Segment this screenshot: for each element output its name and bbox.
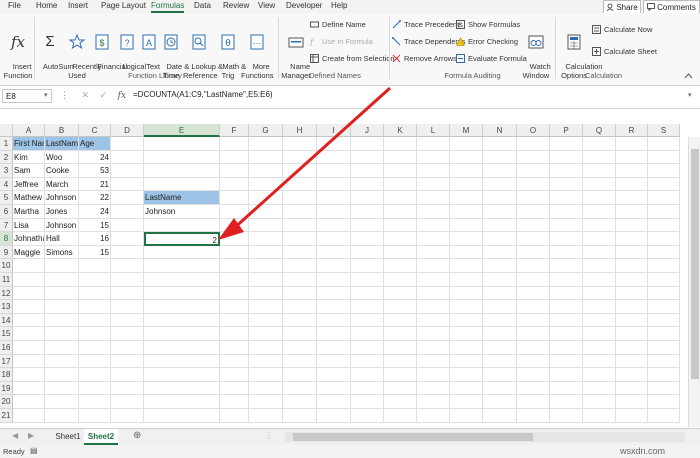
vertical-scroll-thumb[interactable] [691,149,699,379]
sheet-tab-bar: ◀ ▶ Sheet1 Sheet2 ⊕ ⋮ [0,428,700,446]
arrow-shaft [230,86,392,232]
sheet-tab-sheet1[interactable]: Sheet1 [52,429,84,445]
scroll-left-icon[interactable]: ◀ [12,431,18,440]
horizontal-scroll-thumb[interactable] [293,433,533,441]
annotation-arrow [218,86,392,240]
status-bar: Ready ▤ wsxdn.com [0,445,700,458]
more-sheets-icon[interactable]: ⋮ [265,431,273,440]
macro-record-icon[interactable]: ▤ [30,446,38,455]
status-ready: Ready [3,447,25,456]
scroll-right-icon[interactable]: ▶ [28,431,34,440]
horizontal-scrollbar[interactable] [285,432,685,442]
vertical-scrollbar[interactable] [688,137,700,427]
add-sheet-icon[interactable]: ⊕ [133,430,141,441]
watermark: wsxdn.com [620,446,666,456]
sheet-tab-sheet2[interactable]: Sheet2 [84,429,118,445]
